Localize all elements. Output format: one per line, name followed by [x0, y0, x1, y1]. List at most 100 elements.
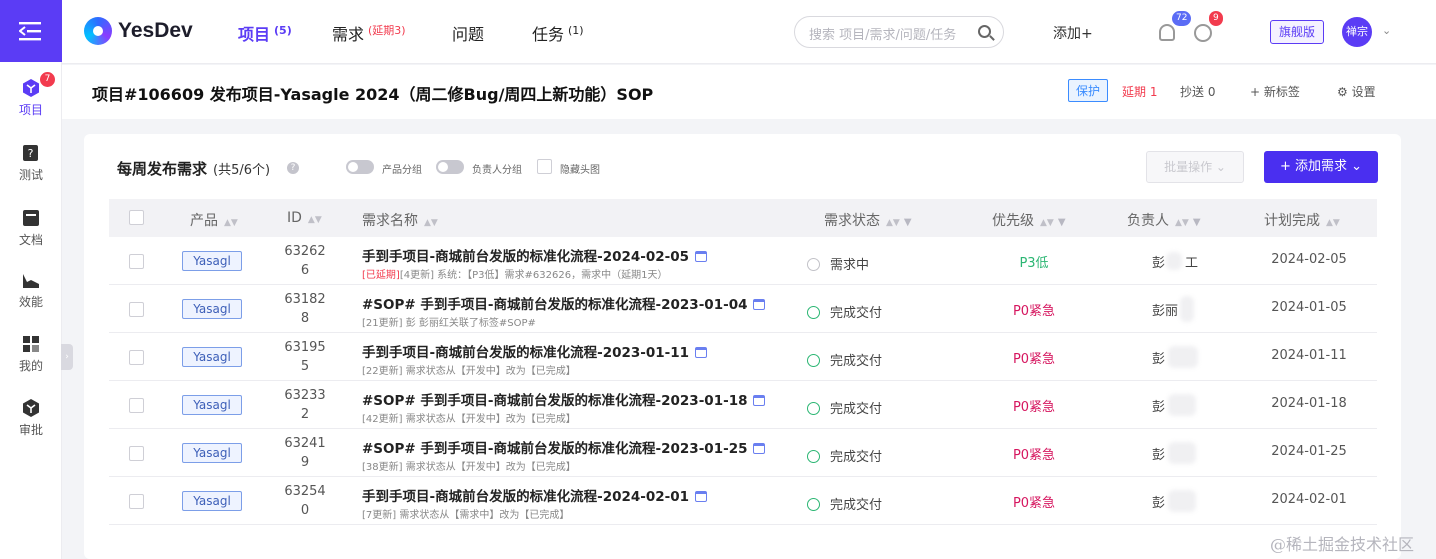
sidebar-item-test[interactable]: ? 测试	[0, 143, 62, 183]
priority-cell[interactable]: P0紧急	[989, 348, 1079, 367]
row-checkbox[interactable]	[129, 302, 144, 317]
col-priority[interactable]: 优先级 ▲▼ ▼	[992, 210, 1066, 230]
owner-cell[interactable]: 彭	[1152, 346, 1198, 368]
nav-task[interactable]: 任务 (1)	[532, 21, 584, 45]
sidebar-item-label: 项目	[18, 103, 43, 117]
bell-icon[interactable]	[1159, 24, 1175, 41]
menu-toggle-button[interactable]	[0, 0, 62, 62]
row-checkbox[interactable]	[129, 494, 144, 509]
product-tag[interactable]: Yasagl	[182, 299, 242, 319]
avatar[interactable]: 禅宗	[1342, 17, 1372, 47]
table-row[interactable]: Yasagl 63241 9 #SOP# 手到手项目-商城前台发版的标准化流程-2…	[109, 429, 1377, 477]
filter-icon[interactable]: ▼	[1058, 217, 1066, 228]
protect-tag[interactable]: 保护	[1068, 79, 1109, 102]
calendar-icon[interactable]	[695, 491, 708, 502]
batch-action-button[interactable]: 批量操作 ⌄	[1146, 151, 1244, 183]
table-row[interactable]: Yasagl 63195 5 手到手项目-商城前台发版的标准化流程-2023-01…	[109, 333, 1377, 381]
project-header: 项目#106609 发布项目-Yasagle 2024（周二修Bug/周四上新功…	[62, 65, 1436, 119]
row-checkbox[interactable]	[129, 350, 144, 365]
owner-cell[interactable]: 彭工	[1152, 252, 1198, 271]
product-tag[interactable]: Yasagl	[182, 491, 242, 511]
select-all-checkbox[interactable]	[129, 210, 144, 225]
hide-header-checkbox[interactable]	[537, 159, 552, 174]
calendar-icon[interactable]	[695, 251, 708, 262]
status-cell[interactable]: 完成交付	[807, 350, 882, 369]
priority-cell[interactable]: P0紧急	[989, 444, 1079, 463]
owner-cell[interactable]: 彭	[1152, 442, 1196, 464]
owner-group-toggle[interactable]	[436, 160, 464, 174]
add-button[interactable]: 添加+	[1053, 23, 1093, 43]
new-tag-button[interactable]: + 新标签	[1250, 83, 1300, 100]
search-placeholder: 搜索 项目/需求/问题/任务	[809, 28, 957, 43]
nav-issue[interactable]: 问题	[452, 21, 484, 45]
sidebar-item-efficiency[interactable]: 效能	[0, 270, 62, 310]
calendar-icon[interactable]	[753, 395, 766, 406]
product-tag[interactable]: Yasagl	[182, 347, 242, 367]
status-cell[interactable]: 完成交付	[807, 302, 882, 321]
owner-cell[interactable]: 彭	[1152, 490, 1196, 512]
col-product[interactable]: 产品 ▲▼	[190, 210, 238, 230]
col-due[interactable]: 计划完成 ▲▼	[1264, 210, 1340, 230]
priority-cell[interactable]: P0紧急	[989, 492, 1079, 511]
row-checkbox[interactable]	[129, 254, 144, 269]
req-name-link[interactable]: #SOP# 手到手项目-商城前台发版的标准化流程-2023-01-25	[362, 437, 766, 457]
row-checkbox[interactable]	[129, 446, 144, 461]
req-name-link[interactable]: 手到手项目-商城前台发版的标准化流程-2024-02-05	[362, 245, 708, 265]
settings-button[interactable]: ⚙ 设置	[1337, 83, 1376, 100]
col-status[interactable]: 需求状态 ▲▼ ▼	[824, 210, 912, 230]
status-cell[interactable]: 完成交付	[807, 446, 882, 465]
filter-icon[interactable]: ▼	[904, 217, 912, 228]
req-id-part: 63241	[284, 436, 326, 451]
table-row[interactable]: Yasagl 63182 8 #SOP# 手到手项目-商城前台发版的标准化流程-2…	[109, 285, 1377, 333]
priority-cell[interactable]: P0紧急	[989, 300, 1079, 319]
sidebar-item-project[interactable]: 7 项目	[0, 72, 62, 118]
status-cell[interactable]: 完成交付	[807, 398, 882, 417]
status-cell[interactable]: 需求中	[807, 254, 869, 273]
cc-button[interactable]: 抄送 0	[1180, 83, 1215, 100]
sidebar-item-approval[interactable]: 审批	[0, 398, 62, 438]
table-row[interactable]: Yasagl 63233 2 #SOP# 手到手项目-商城前台发版的标准化流程-2…	[109, 381, 1377, 429]
chevron-down-icon[interactable]: ⌄	[1382, 24, 1391, 37]
document-icon	[23, 210, 39, 226]
product-group-toggle[interactable]	[346, 160, 374, 174]
req-name-link[interactable]: #SOP# 手到手项目-商城前台发版的标准化流程-2023-01-04	[362, 293, 766, 313]
search-input[interactable]: 搜索 项目/需求/问题/任务	[794, 16, 1004, 48]
filter-icon[interactable]: ▼	[1193, 217, 1201, 228]
col-owner[interactable]: 负责人 ▲▼ ▼	[1127, 210, 1201, 230]
req-name-link[interactable]: #SOP# 手到手项目-商城前台发版的标准化流程-2023-01-18	[362, 389, 766, 409]
calendar-icon[interactable]	[753, 443, 766, 454]
table-row[interactable]: Yasagl 63262 6 手到手项目-商城前台发版的标准化流程-2024-02…	[109, 237, 1377, 285]
sidebar-item-label: 我的	[18, 359, 43, 373]
logo[interactable]: YesDev	[84, 17, 193, 45]
calendar-icon[interactable]	[753, 299, 766, 310]
col-name[interactable]: 需求名称 ▲▼	[362, 210, 438, 230]
req-name-link[interactable]: 手到手项目-商城前台发版的标准化流程-2023-01-11	[362, 341, 708, 361]
product-tag[interactable]: Yasagl	[182, 443, 242, 463]
product-tag[interactable]: Yasagl	[182, 395, 242, 415]
sidebar-item-docs[interactable]: 文档	[0, 208, 62, 248]
add-requirement-button[interactable]: + 添加需求 ⌄	[1264, 151, 1378, 183]
product-tag[interactable]: Yasagl	[182, 251, 242, 271]
owner-cell[interactable]: 彭	[1152, 394, 1196, 416]
sort-icon: ▲▼	[886, 218, 900, 228]
req-name-link[interactable]: 手到手项目-商城前台发版的标准化流程-2024-02-01	[362, 485, 708, 505]
col-label: 需求名称	[362, 213, 418, 229]
row-checkbox[interactable]	[129, 398, 144, 413]
status-cell[interactable]: 完成交付	[807, 494, 882, 513]
nav-project[interactable]: 项目 (5)	[238, 21, 292, 45]
owner-cell[interactable]: 彭丽	[1152, 296, 1194, 322]
edition-badge[interactable]: 旗舰版	[1270, 20, 1324, 44]
sidebar-collapse-handle[interactable]: ›	[61, 344, 73, 370]
delay-indicator[interactable]: 延期 1	[1122, 83, 1157, 100]
priority-cell[interactable]: P3低	[989, 252, 1079, 271]
priority-cell[interactable]: P0紧急	[989, 396, 1079, 415]
sidebar-item-mine[interactable]: 我的	[0, 334, 62, 374]
search-icon[interactable]	[978, 25, 991, 38]
col-id[interactable]: ID ▲▼	[287, 210, 322, 226]
calendar-icon[interactable]	[695, 347, 708, 358]
clock-icon[interactable]	[1194, 24, 1212, 42]
table-row[interactable]: Yasagl 63254 0 手到手项目-商城前台发版的标准化流程-2024-02…	[109, 477, 1377, 525]
due-date: 2024-01-11	[1271, 348, 1347, 363]
help-icon[interactable]: ?	[287, 162, 299, 174]
nav-requirement[interactable]: 需求 (延期3)	[332, 21, 406, 45]
